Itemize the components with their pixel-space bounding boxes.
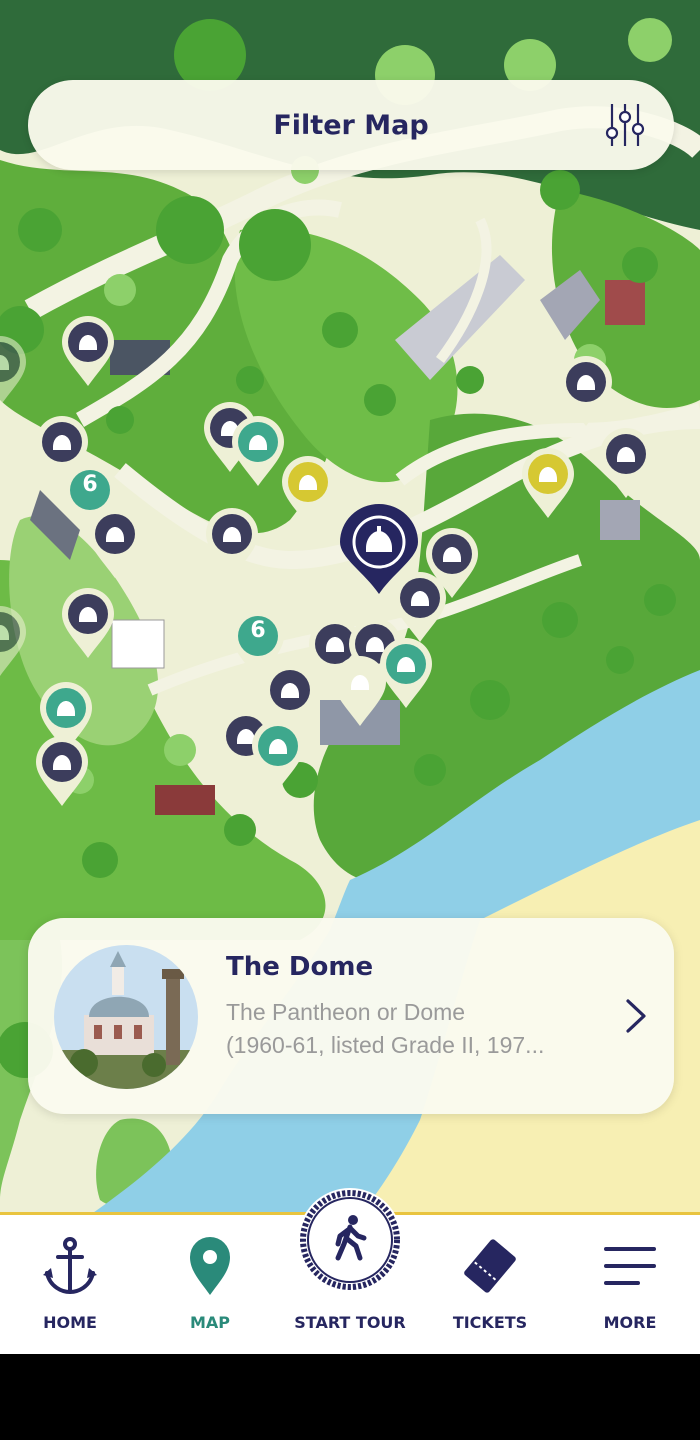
poi-pin[interactable] bbox=[203, 506, 261, 580]
tab-tickets[interactable]: TICKETS bbox=[420, 1215, 560, 1357]
poi-description-line-2: (1960-61, listed Grade II, 197... bbox=[226, 1032, 545, 1058]
poi-pin[interactable] bbox=[33, 734, 91, 808]
poi-pin[interactable] bbox=[377, 636, 435, 710]
poi-title: The Dome bbox=[226, 952, 374, 982]
poi-pin[interactable] bbox=[59, 586, 117, 660]
map-pin-icon bbox=[190, 1237, 230, 1295]
tab-map[interactable]: MAP bbox=[140, 1215, 280, 1357]
poi-description-line-1: The Pantheon or Dome bbox=[226, 999, 466, 1025]
menu-icon bbox=[604, 1247, 656, 1285]
cluster-count: 6 bbox=[82, 472, 98, 497]
poi-pin[interactable] bbox=[597, 426, 655, 500]
tab-start-tour-label: START TOUR bbox=[294, 1313, 406, 1332]
tab-more[interactable]: MORE bbox=[560, 1215, 700, 1357]
tab-home[interactable]: HOME bbox=[0, 1215, 140, 1357]
tab-home-label: HOME bbox=[43, 1313, 97, 1332]
poi-pin[interactable] bbox=[86, 506, 144, 580]
poi-pin[interactable] bbox=[279, 454, 337, 528]
filter-map-bar[interactable]: Filter Map bbox=[28, 80, 674, 170]
poi-pin[interactable] bbox=[249, 718, 307, 792]
poi-photo bbox=[54, 945, 198, 1089]
chevron-right-icon[interactable] bbox=[624, 998, 648, 1034]
sliders-icon[interactable] bbox=[604, 102, 646, 148]
poi-pin[interactable] bbox=[519, 446, 577, 520]
poi-pin[interactable] bbox=[0, 334, 29, 408]
poi-pin[interactable] bbox=[0, 604, 29, 678]
tab-tickets-label: TICKETS bbox=[452, 1313, 528, 1332]
system-nav-area bbox=[0, 1354, 700, 1440]
poi-info-card[interactable]: The Dome The Pantheon or Dome (1960-61, … bbox=[28, 918, 674, 1114]
anchor-icon bbox=[43, 1237, 97, 1295]
tab-more-label: MORE bbox=[603, 1313, 657, 1332]
tab-map-label: MAP bbox=[189, 1313, 231, 1332]
cluster-count: 6 bbox=[250, 618, 266, 643]
filter-map-title: Filter Map bbox=[273, 109, 429, 141]
poi-pin[interactable] bbox=[59, 314, 117, 388]
ticket-icon bbox=[464, 1239, 516, 1293]
walking-person-icon bbox=[300, 1190, 400, 1290]
selected-poi-pin[interactable] bbox=[338, 504, 420, 594]
poi-pin[interactable] bbox=[423, 526, 481, 600]
poi-pin[interactable] bbox=[557, 354, 615, 428]
poi-description: The Pantheon or Dome (1960-61, listed Gr… bbox=[226, 996, 606, 1062]
start-tour-button[interactable] bbox=[298, 1188, 402, 1292]
